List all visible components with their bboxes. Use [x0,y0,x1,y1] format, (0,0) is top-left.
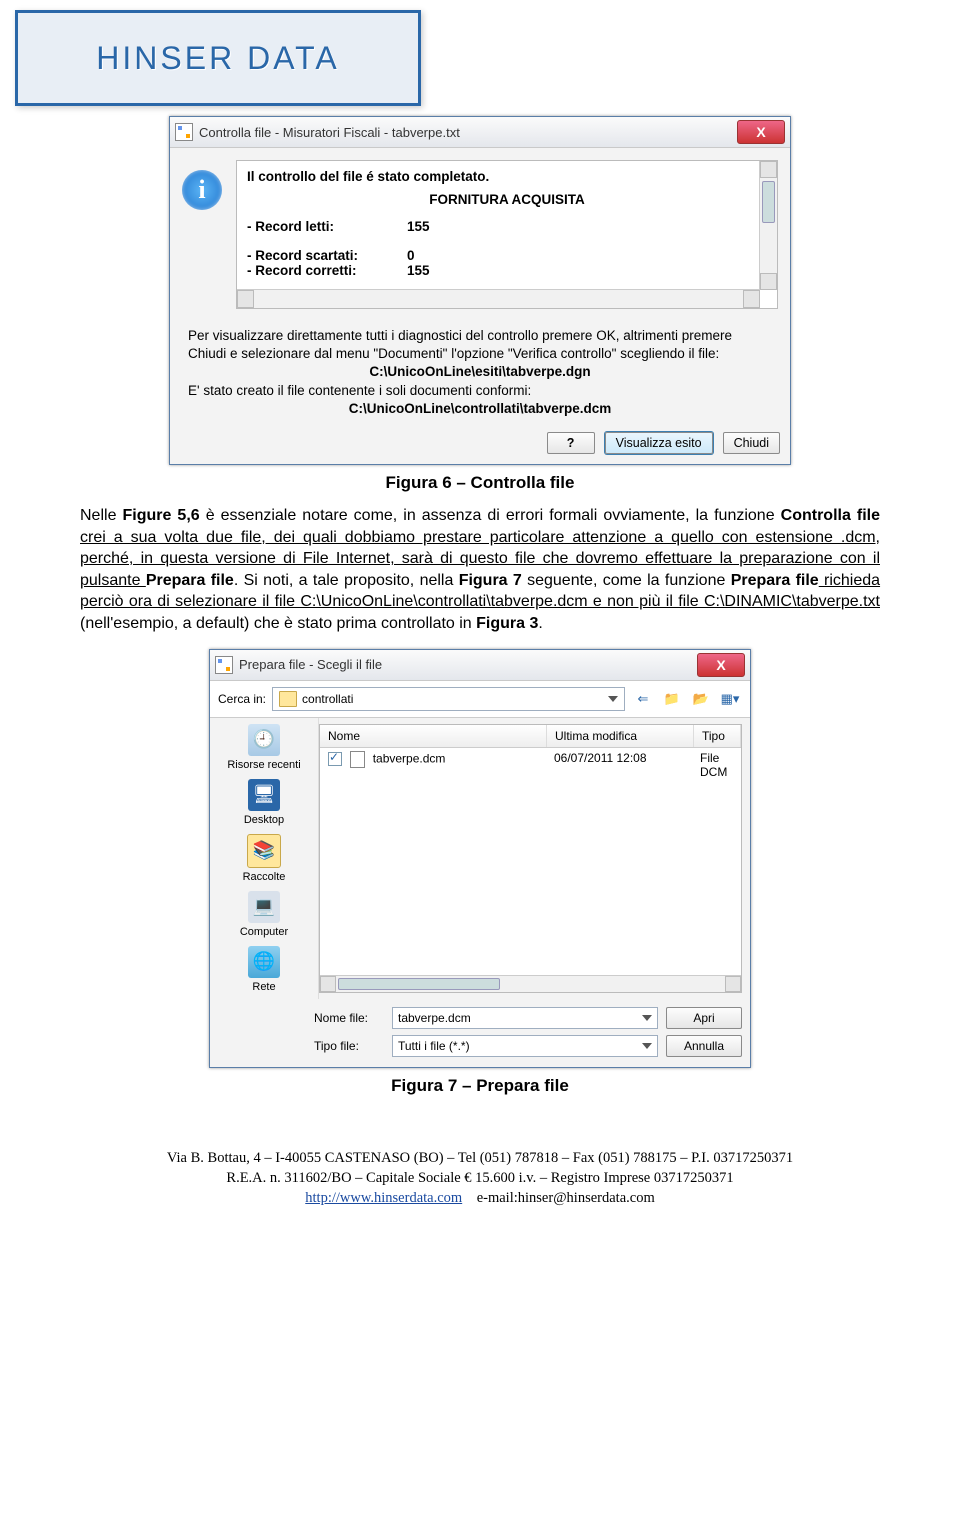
help-button[interactable]: ? [547,432,595,454]
footer-email: e-mail:hinser@hinserdata.com [477,1190,655,1206]
file-row[interactable]: tabverpe.dcm 06/07/2011 12:08 File DCM [320,748,741,782]
filename-input[interactable]: tabverpe.dcm [392,1007,658,1029]
msg-line2: FORNITURA ACQUISITA [247,192,767,207]
close-button[interactable]: X [737,120,785,144]
filename-value: tabverpe.dcm [398,1011,471,1025]
dialog1-body-text1: Per visualizzare direttamente tutti i di… [188,328,732,361]
filetype-label: Tipo file: [314,1039,384,1053]
body-paragraph: Nelle Figure 5,6 è essenziale notare com… [80,505,880,635]
document-icon [350,751,365,768]
place-desktop[interactable]: 🖥 Desktop [214,779,314,826]
msg-line1: Il controllo del file é stato completato… [247,169,767,184]
controlla-file-dialog: Controlla file - Misuratori Fiscali - ta… [169,116,791,465]
files-header: Nome Ultima modifica Tipo [320,725,741,748]
col-name[interactable]: Nome [320,725,547,747]
file-type: File DCM [692,751,741,779]
up-folder-icon[interactable]: 📁 [660,687,684,711]
annulla-button[interactable]: Annulla [666,1035,742,1057]
company-logo: HINSER DATA [15,10,421,106]
filetype-combo[interactable]: Tutti i file (*.*) [392,1035,658,1057]
filename-label: Nome file: [314,1011,384,1025]
chevron-down-icon [608,696,618,702]
recent-icon: 🕘 [248,724,280,756]
dialog1-titlebar: Controlla file - Misuratori Fiscali - ta… [170,117,790,148]
records-scartati-value: 0 [407,248,415,263]
lookin-value: controllati [302,692,353,706]
back-icon[interactable]: ⇐ [631,687,655,711]
lookin-label: Cerca in: [218,692,266,706]
folder-icon [279,691,297,707]
place-computer[interactable]: 💻 Computer [214,891,314,938]
filetype-value: Tutti i file (*.*) [398,1039,470,1053]
chiudi-button[interactable]: Chiudi [723,432,780,454]
new-folder-icon[interactable]: 📂 [689,687,713,711]
app-icon [175,123,193,141]
prepara-file-dialog: Prepara file - Scegli il file X Cerca in… [209,649,751,1068]
records-letti-value: 155 [407,219,430,234]
records-letti-label: - Record letti: [247,219,407,234]
files-horizontal-scrollbar[interactable] [320,975,741,992]
footer-link[interactable]: http://www.hinserdata.com [305,1190,462,1206]
view-menu-icon[interactable]: ▦▾ [718,687,742,711]
message-box: Il controllo del file é stato completato… [236,160,778,309]
dialog1-body-text2: E' stato creato il file contenente i sol… [188,383,531,398]
dialog2-title: Prepara file - Scegli il file [239,657,697,672]
close-button[interactable]: X [697,653,745,677]
app-icon [215,656,233,674]
lookin-combo[interactable]: controllati [272,687,625,711]
place-network[interactable]: 🌐 Rete [214,946,314,993]
col-date[interactable]: Ultima modifica [547,725,694,747]
footer-line1: Via B. Bottau, 4 – I-40055 CASTENASO (BO… [0,1148,960,1168]
dialog1-title: Controlla file - Misuratori Fiscali - ta… [199,125,737,140]
dialog1-path1: C:\UnicoOnLine\esiti\tabverpe.dgn [188,363,772,381]
computer-icon: 💻 [248,891,280,923]
desktop-icon: 🖥 [248,779,280,811]
chevron-down-icon [642,1043,652,1049]
records-corretti-label: - Record corretti: [247,263,407,278]
page-footer: Via B. Bottau, 4 – I-40055 CASTENASO (BO… [0,1148,960,1209]
footer-line2: R.E.A. n. 311602/BO – Capitale Sociale €… [0,1168,960,1188]
dialog1-path2: C:\UnicoOnLine\controllati\tabverpe.dcm [188,400,772,418]
toolbar-icons: ⇐ 📁 📂 ▦▾ [631,687,742,711]
file-date: 06/07/2011 12:08 [546,751,692,779]
visualizza-esito-button[interactable]: Visualizza esito [605,432,713,454]
figure6-caption: Figura 6 – Controlla file [80,473,880,493]
chevron-down-icon [642,1015,652,1021]
places-bar: 🕘 Risorse recenti 🖥 Desktop 📚 Raccolte 💻… [210,718,319,999]
col-type[interactable]: Tipo [694,725,741,747]
place-libraries[interactable]: 📚 Raccolte [214,834,314,883]
vertical-scrollbar[interactable] [759,161,777,290]
network-icon: 🌐 [248,946,280,978]
records-corretti-value: 155 [407,263,430,278]
file-checkbox[interactable] [328,752,342,766]
file-name: tabverpe.dcm [373,751,446,765]
files-list: Nome Ultima modifica Tipo tabverpe.dcm 0… [319,724,742,993]
apri-button[interactable]: Apri [666,1007,742,1029]
records-scartati-label: - Record scartati: [247,248,407,263]
place-recent[interactable]: 🕘 Risorse recenti [214,724,314,771]
libraries-icon: 📚 [247,834,281,868]
info-icon: i [182,170,222,210]
horizontal-scrollbar[interactable] [237,289,760,308]
dialog2-titlebar: Prepara file - Scegli il file X [210,650,750,681]
figure7-caption: Figura 7 – Prepara file [80,1076,880,1096]
